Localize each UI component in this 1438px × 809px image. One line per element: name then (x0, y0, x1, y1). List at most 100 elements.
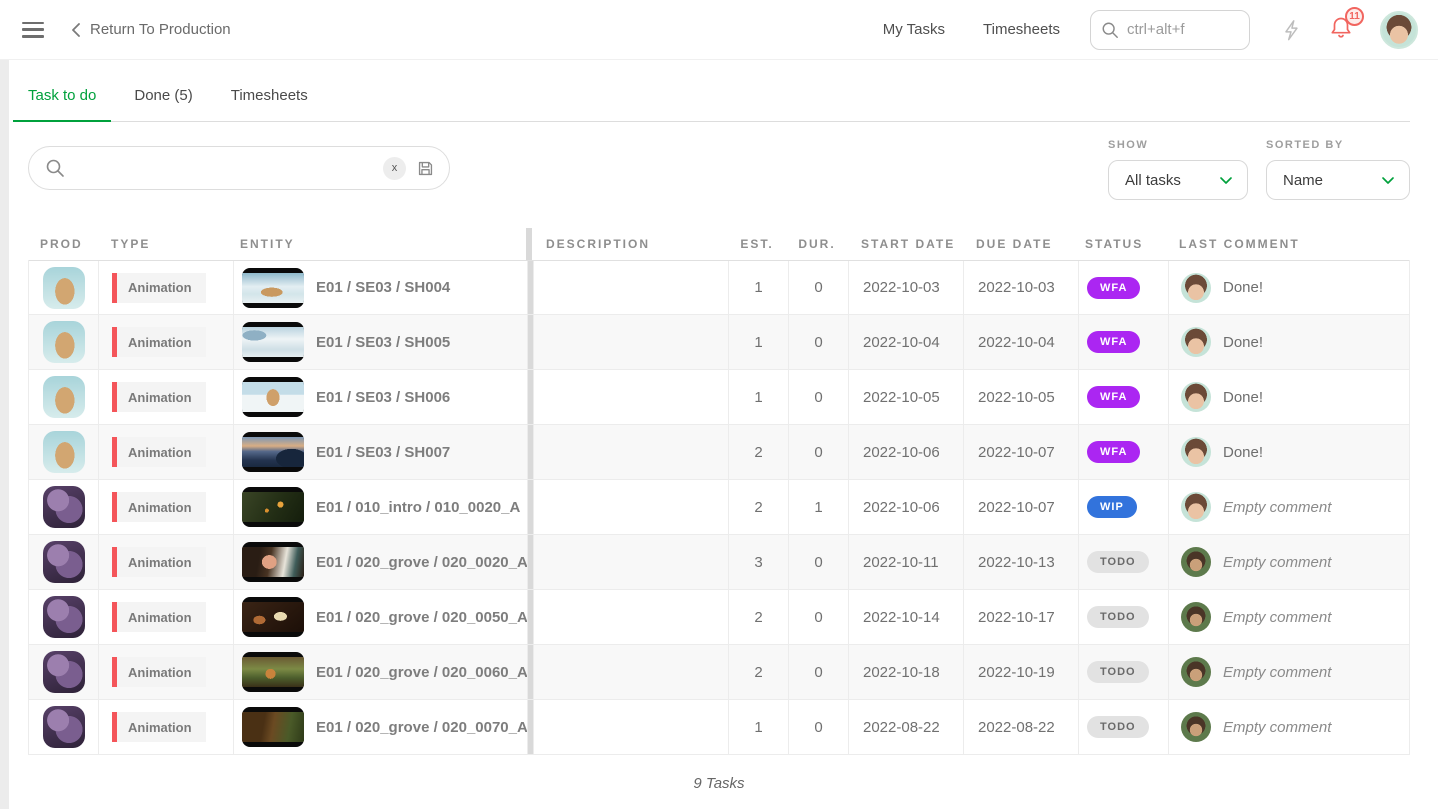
production-thumbnail[interactable] (43, 541, 85, 583)
entity-link[interactable]: E01 / 020_grove / 020_0050_A (233, 590, 527, 644)
global-search-box[interactable] (1090, 10, 1250, 50)
chevron-down-icon (1381, 176, 1395, 185)
global-search-input[interactable] (1127, 21, 1239, 38)
chevron-left-icon (70, 23, 82, 37)
estimation-cell: 1 (728, 700, 788, 754)
table-row[interactable]: Animation E01 / 020_grove / 020_0020_A 3… (29, 535, 1409, 590)
entity-link[interactable]: E01 / 020_grove / 020_0020_A (233, 535, 527, 589)
production-thumbnail[interactable] (43, 596, 85, 638)
estimation-cell: 2 (728, 590, 788, 644)
table-row[interactable]: Animation E01 / 020_grove / 020_0050_A 2… (29, 590, 1409, 645)
entity-link[interactable]: E01 / 020_grove / 020_0070_A (233, 700, 527, 754)
last-comment-text: Done! (1223, 334, 1263, 351)
shot-thumbnail (242, 268, 304, 308)
table-row[interactable]: Animation E01 / 020_grove / 020_0070_A 1… (29, 700, 1409, 755)
table-row[interactable]: Animation E01 / 010_intro / 010_0020_A 2… (29, 480, 1409, 535)
production-thumbnail[interactable] (43, 321, 85, 363)
description-cell (533, 700, 728, 754)
status-badge: TODO (1087, 606, 1149, 628)
shot-thumbnail (242, 707, 304, 747)
due-date-cell: 2022-10-17 (963, 590, 1078, 644)
table-row[interactable]: Animation E01 / SE03 / SH004 1 0 2022-10… (29, 260, 1409, 315)
entity-link[interactable]: E01 / 020_grove / 020_0060_A (233, 645, 527, 699)
due-date-cell: 2022-10-05 (963, 370, 1078, 424)
last-comment-text: Empty comment (1223, 499, 1331, 516)
estimation-cell: 3 (728, 535, 788, 589)
duration-cell: 0 (788, 645, 848, 699)
estimation-cell: 2 (728, 480, 788, 534)
commenter-avatar (1181, 437, 1211, 467)
production-thumbnail[interactable] (43, 486, 85, 528)
description-cell (533, 535, 728, 589)
estimation-cell: 1 (728, 261, 788, 314)
topbar-nav: My Tasks Timesheets (883, 21, 1060, 38)
task-tabs: Task to do Done (5) Timesheets (28, 87, 1410, 122)
task-filter-search-box[interactable]: x (28, 146, 450, 190)
due-date-cell: 2022-10-13 (963, 535, 1078, 589)
notifications-bell-icon[interactable]: 11 (1328, 14, 1354, 46)
last-comment-text: Done! (1223, 444, 1263, 461)
user-avatar[interactable] (1380, 11, 1418, 49)
tab-done[interactable]: Done (5) (134, 87, 192, 121)
entity-link[interactable]: E01 / SE03 / SH004 (233, 261, 527, 314)
flash-icon[interactable] (1280, 18, 1302, 42)
col-header-description: DESCRIPTION (532, 228, 727, 260)
entity-link[interactable]: E01 / SE03 / SH007 (233, 425, 527, 479)
topbar: Return To Production My Tasks Timesheets… (0, 0, 1438, 60)
nav-timesheets[interactable]: Timesheets (983, 21, 1060, 38)
last-comment-text: Empty comment (1223, 554, 1331, 571)
production-thumbnail[interactable] (43, 706, 85, 748)
commenter-avatar (1181, 327, 1211, 357)
duration-cell: 0 (788, 370, 848, 424)
chevron-down-icon (1219, 176, 1233, 185)
entity-link[interactable]: E01 / SE03 / SH006 (233, 370, 527, 424)
description-cell (533, 261, 728, 314)
menu-icon[interactable] (22, 22, 44, 38)
task-type-badge: Animation (112, 547, 206, 577)
start-date-cell: 2022-08-22 (848, 700, 963, 754)
production-thumbnail[interactable] (43, 651, 85, 693)
last-comment-text: Empty comment (1223, 664, 1331, 681)
filter-bar: x SHOW All tasks SORTED BY Name (28, 146, 1410, 200)
start-date-cell: 2022-10-11 (848, 535, 963, 589)
commenter-avatar (1181, 657, 1211, 687)
status-badge: WIP (1087, 496, 1137, 518)
due-date-cell: 2022-10-19 (963, 645, 1078, 699)
start-date-cell: 2022-10-06 (848, 425, 963, 479)
due-date-cell: 2022-10-07 (963, 480, 1078, 534)
col-header-start-date: START DATE (847, 228, 962, 260)
shot-thumbnail (242, 432, 304, 472)
start-date-cell: 2022-10-05 (848, 370, 963, 424)
entity-link[interactable]: E01 / 010_intro / 010_0020_A (233, 480, 527, 534)
production-thumbnail[interactable] (43, 267, 85, 309)
task-type-badge: Animation (112, 602, 206, 632)
table-row[interactable]: Animation E01 / 020_grove / 020_0060_A 2… (29, 645, 1409, 700)
tab-task-to-do[interactable]: Task to do (28, 87, 96, 121)
description-cell (533, 315, 728, 369)
back-link-label: Return To Production (90, 21, 231, 38)
description-cell (533, 370, 728, 424)
shot-thumbnail (242, 597, 304, 637)
production-thumbnail[interactable] (43, 431, 85, 473)
tab-timesheets[interactable]: Timesheets (231, 87, 308, 121)
shot-thumbnail (242, 377, 304, 417)
tasks-count-footer: 9 Tasks (0, 775, 1438, 792)
nav-my-tasks[interactable]: My Tasks (883, 21, 945, 38)
task-type-badge: Animation (112, 657, 206, 687)
task-filter-input[interactable] (75, 160, 373, 177)
save-filter-icon[interactable] (416, 159, 435, 178)
table-row[interactable]: Animation E01 / SE03 / SH007 2 0 2022-10… (29, 425, 1409, 480)
due-date-cell: 2022-10-07 (963, 425, 1078, 479)
back-to-production-link[interactable]: Return To Production (70, 21, 231, 38)
sorted-by-select[interactable]: Name (1266, 160, 1410, 200)
clear-search-button[interactable]: x (383, 157, 406, 180)
show-filter-value: All tasks (1125, 172, 1181, 189)
entity-link[interactable]: E01 / SE03 / SH005 (233, 315, 527, 369)
production-thumbnail[interactable] (43, 376, 85, 418)
duration-cell: 0 (788, 590, 848, 644)
table-row[interactable]: Animation E01 / SE03 / SH005 1 0 2022-10… (29, 315, 1409, 370)
duration-cell: 0 (788, 315, 848, 369)
description-cell (533, 645, 728, 699)
table-row[interactable]: Animation E01 / SE03 / SH006 1 0 2022-10… (29, 370, 1409, 425)
show-filter-select[interactable]: All tasks (1108, 160, 1248, 200)
